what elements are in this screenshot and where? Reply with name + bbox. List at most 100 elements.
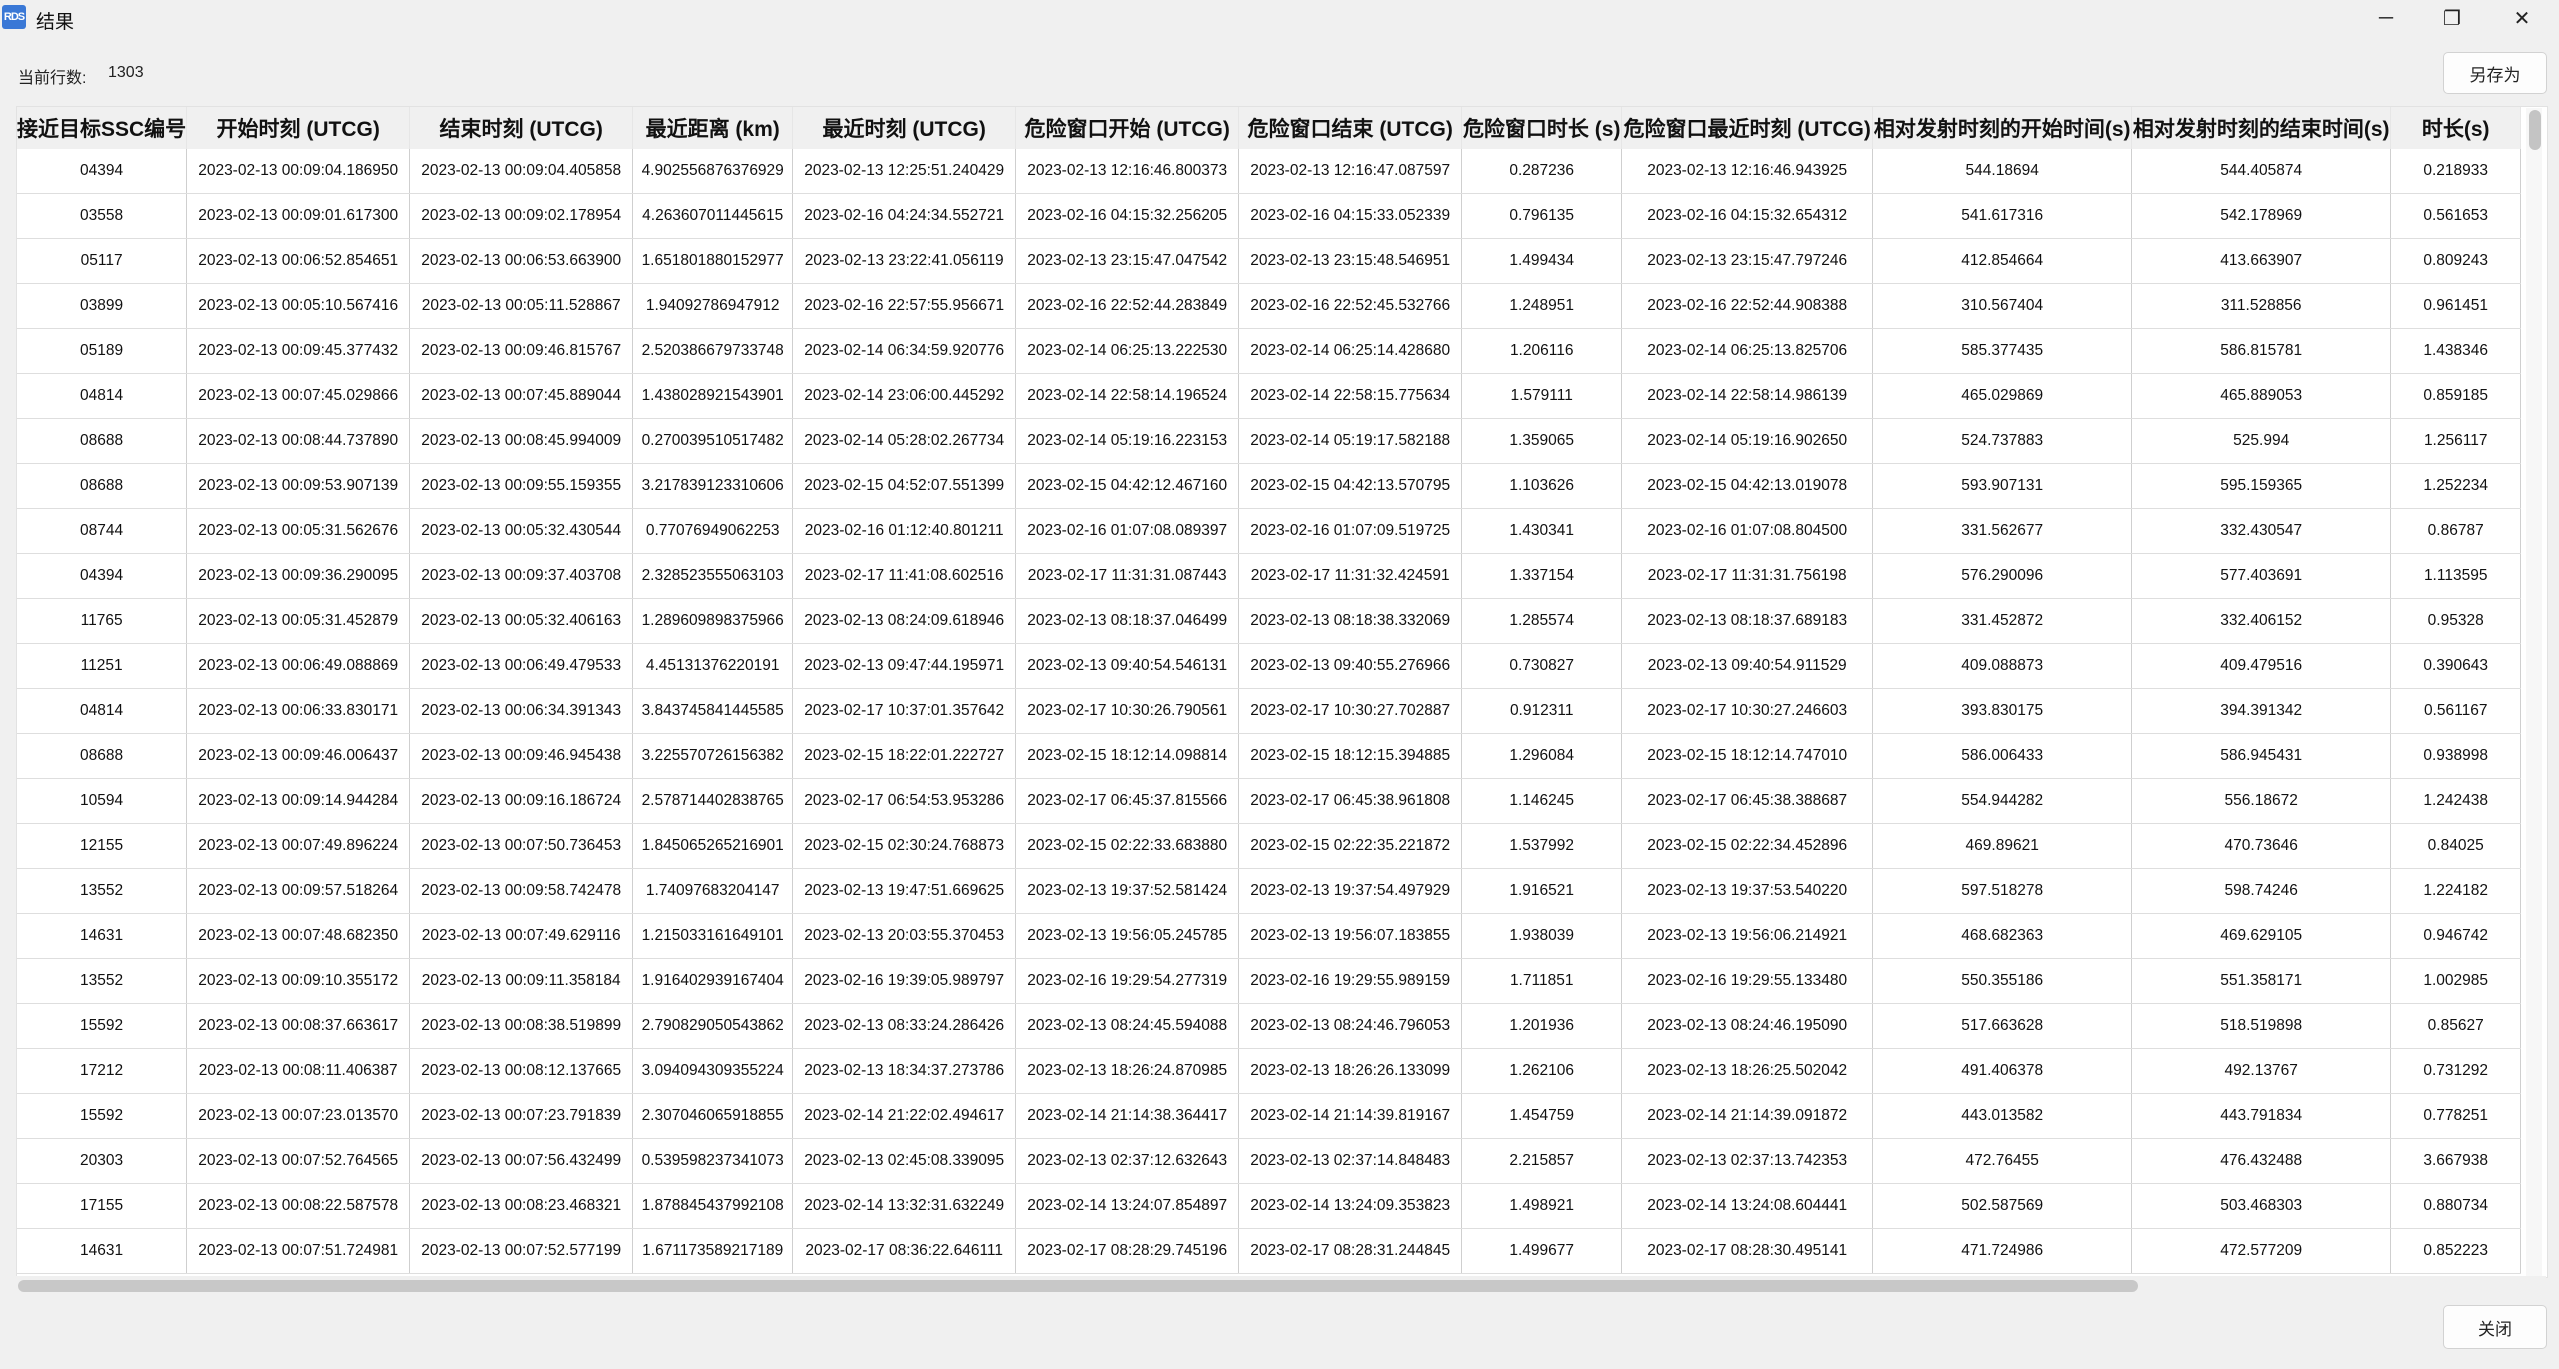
table-cell[interactable]: 2023-02-14 21:14:38.364417 xyxy=(1015,1093,1240,1139)
table-cell[interactable]: 2023-02-13 20:03:55.370453 xyxy=(792,913,1017,959)
table-cell[interactable]: 2023-02-14 06:34:59.920776 xyxy=(792,328,1017,374)
table-cell[interactable]: 550.355186 xyxy=(1872,958,2133,1004)
table-cell[interactable]: 2023-02-17 11:31:32.424591 xyxy=(1238,553,1463,599)
table-cell[interactable]: 2023-02-14 22:58:14.196524 xyxy=(1015,373,1240,419)
table-row[interactable]: 04814 2023-02-13 00:06:33.830171 2023-02-1… xyxy=(17,688,2522,734)
table-cell[interactable]: 2023-02-13 09:40:55.276966 xyxy=(1238,643,1463,689)
table-cell[interactable]: 586.945431 xyxy=(2131,733,2392,779)
column-header[interactable]: 最近距离 (km) xyxy=(632,107,794,149)
vertical-scrollbar-thumb[interactable] xyxy=(2529,110,2541,150)
table-row[interactable]: 17212 2023-02-13 00:08:11.406387 2023-02-1… xyxy=(17,1048,2522,1094)
column-header[interactable]: 危险窗口时长 (s) xyxy=(1461,107,1623,149)
table-cell[interactable]: 0.561653 xyxy=(2390,193,2522,239)
table-cell[interactable]: 2023-02-17 11:41:08.602516 xyxy=(792,553,1017,599)
table-cell[interactable]: 2023-02-15 18:12:14.747010 xyxy=(1621,733,1874,779)
table-row[interactable]: 11765 2023-02-13 00:05:31.452879 2023-02-1… xyxy=(17,598,2522,644)
table-cell[interactable]: 2023-02-13 00:09:37.403708 xyxy=(409,553,634,599)
table-cell[interactable]: 2023-02-13 00:07:45.889044 xyxy=(409,373,634,419)
table-cell[interactable]: 2023-02-17 11:31:31.087443 xyxy=(1015,553,1240,599)
table-row[interactable]: 13552 2023-02-13 00:09:57.518264 2023-02-1… xyxy=(17,868,2522,914)
table-cell[interactable]: 1.252234 xyxy=(2390,463,2522,509)
close-window-button[interactable]: ✕ xyxy=(2490,0,2554,36)
table-cell[interactable]: 08688 xyxy=(17,418,188,464)
table-cell[interactable]: 2023-02-13 12:16:46.800373 xyxy=(1015,149,1240,194)
table-cell[interactable]: 2023-02-13 00:05:32.406163 xyxy=(409,598,634,644)
table-cell[interactable]: 3.225570726156382 xyxy=(632,733,794,779)
table-cell[interactable]: 443.791834 xyxy=(2131,1093,2392,1139)
table-cell[interactable]: 2023-02-14 13:24:09.353823 xyxy=(1238,1183,1463,1229)
table-cell[interactable]: 2023-02-17 06:45:38.388687 xyxy=(1621,778,1874,824)
table-cell[interactable]: 1.74097683204147 xyxy=(632,868,794,914)
table-cell[interactable]: 492.13767 xyxy=(2131,1048,2392,1094)
table-row[interactable]: 03899 2023-02-13 00:05:10.567416 2023-02-1… xyxy=(17,283,2522,329)
table-cell[interactable]: 311.528856 xyxy=(2131,283,2392,329)
table-cell[interactable]: 2023-02-15 02:22:34.452896 xyxy=(1621,823,1874,869)
save-as-button[interactable]: 另存为 xyxy=(2443,52,2547,94)
table-cell[interactable]: 2023-02-14 06:25:14.428680 xyxy=(1238,328,1463,374)
table-cell[interactable]: 2023-02-13 00:07:23.791839 xyxy=(409,1093,634,1139)
table-cell[interactable]: 469.629105 xyxy=(2131,913,2392,959)
table-cell[interactable]: 2023-02-13 00:09:45.377432 xyxy=(186,328,411,374)
table-cell[interactable]: 2023-02-13 00:06:52.854651 xyxy=(186,238,411,284)
table-cell[interactable]: 0.95328 xyxy=(2390,598,2522,644)
table-row[interactable]: 14631 2023-02-13 00:07:51.724981 2023-02-1… xyxy=(17,1228,2522,1274)
table-cell[interactable]: 2023-02-16 01:07:08.804500 xyxy=(1621,508,1874,554)
table-cell[interactable]: 586.006433 xyxy=(1872,733,2133,779)
table-cell[interactable]: 08688 xyxy=(17,463,188,509)
table-row[interactable]: 17155 2023-02-13 00:08:22.587578 2023-02-1… xyxy=(17,1183,2522,1229)
table-cell[interactable]: 1.438028921543901 xyxy=(632,373,794,419)
column-header[interactable]: 接近目标SSC编号 xyxy=(17,107,188,149)
table-cell[interactable]: 10594 xyxy=(17,778,188,824)
table-cell[interactable]: 2023-02-16 19:39:05.989797 xyxy=(792,958,1017,1004)
table-cell[interactable]: 2023-02-13 08:18:37.689183 xyxy=(1621,598,1874,644)
table-row[interactable]: 04814 2023-02-13 00:07:45.029866 2023-02-1… xyxy=(17,373,2522,419)
table-cell[interactable]: 2023-02-13 08:24:09.618946 xyxy=(792,598,1017,644)
table-cell[interactable]: 2023-02-14 05:19:16.223153 xyxy=(1015,418,1240,464)
table-cell[interactable]: 2023-02-16 19:29:55.989159 xyxy=(1238,958,1463,1004)
table-row[interactable]: 08688 2023-02-13 00:08:44.737890 2023-02-1… xyxy=(17,418,2522,464)
table-cell[interactable]: 3.843745841445585 xyxy=(632,688,794,734)
table-cell[interactable]: 2023-02-13 08:24:46.796053 xyxy=(1238,1003,1463,1049)
table-cell[interactable]: 2023-02-13 00:06:34.391343 xyxy=(409,688,634,734)
table-cell[interactable]: 2023-02-15 04:52:07.551399 xyxy=(792,463,1017,509)
table-cell[interactable]: 04394 xyxy=(17,149,188,194)
table-row[interactable]: 12155 2023-02-13 00:07:49.896224 2023-02-1… xyxy=(17,823,2522,869)
table-cell[interactable]: 2023-02-13 00:09:01.617300 xyxy=(186,193,411,239)
table-cell[interactable]: 1.499434 xyxy=(1461,238,1623,284)
table-cell[interactable]: 0.809243 xyxy=(2390,238,2522,284)
table-cell[interactable]: 2023-02-13 00:07:23.013570 xyxy=(186,1093,411,1139)
table-cell[interactable]: 17212 xyxy=(17,1048,188,1094)
table-cell[interactable]: 04394 xyxy=(17,553,188,599)
table-cell[interactable]: 14631 xyxy=(17,1228,188,1274)
table-cell[interactable]: 2023-02-13 12:25:51.240429 xyxy=(792,149,1017,194)
column-header[interactable]: 危险窗口开始 (UTCG) xyxy=(1015,107,1240,149)
table-row[interactable]: 03558 2023-02-13 00:09:01.617300 2023-02-1… xyxy=(17,193,2522,239)
table-cell[interactable]: 04814 xyxy=(17,688,188,734)
table-cell[interactable]: 0.852223 xyxy=(2390,1228,2522,1274)
table-cell[interactable]: 2023-02-13 18:34:37.273786 xyxy=(792,1048,1017,1094)
table-cell[interactable]: 2.578714402838765 xyxy=(632,778,794,824)
table-cell[interactable]: 2023-02-13 19:37:52.581424 xyxy=(1015,868,1240,914)
table-cell[interactable]: 2023-02-13 00:09:16.186724 xyxy=(409,778,634,824)
table-cell[interactable]: 11251 xyxy=(17,643,188,689)
table-cell[interactable]: 524.737883 xyxy=(1872,418,2133,464)
table-cell[interactable]: 2023-02-14 13:24:07.854897 xyxy=(1015,1183,1240,1229)
table-cell[interactable]: 1.498921 xyxy=(1461,1183,1623,1229)
table-cell[interactable]: 586.815781 xyxy=(2131,328,2392,374)
table-cell[interactable]: 1.916402939167404 xyxy=(632,958,794,1004)
table-cell[interactable]: 2023-02-13 00:09:02.178954 xyxy=(409,193,634,239)
table-cell[interactable]: 518.519898 xyxy=(2131,1003,2392,1049)
table-row[interactable]: 05117 2023-02-13 00:06:52.854651 2023-02-1… xyxy=(17,238,2522,284)
table-row[interactable]: 04394 2023-02-13 00:09:36.290095 2023-02-1… xyxy=(17,553,2522,599)
table-cell[interactable]: 2023-02-13 00:09:55.159355 xyxy=(409,463,634,509)
table-cell[interactable]: 1.359065 xyxy=(1461,418,1623,464)
table-cell[interactable]: 470.73646 xyxy=(2131,823,2392,869)
table-cell[interactable]: 2023-02-13 00:09:04.405858 xyxy=(409,149,634,194)
table-cell[interactable]: 2023-02-13 19:47:51.669625 xyxy=(792,868,1017,914)
table-cell[interactable]: 2023-02-16 22:57:55.956671 xyxy=(792,283,1017,329)
table-cell[interactable]: 0.880734 xyxy=(2390,1183,2522,1229)
table-cell[interactable]: 2023-02-13 00:06:53.663900 xyxy=(409,238,634,284)
table-cell[interactable]: 2023-02-16 04:15:32.654312 xyxy=(1621,193,1874,239)
table-cell[interactable]: 310.567404 xyxy=(1872,283,2133,329)
table-cell[interactable]: 2023-02-13 00:09:04.186950 xyxy=(186,149,411,194)
